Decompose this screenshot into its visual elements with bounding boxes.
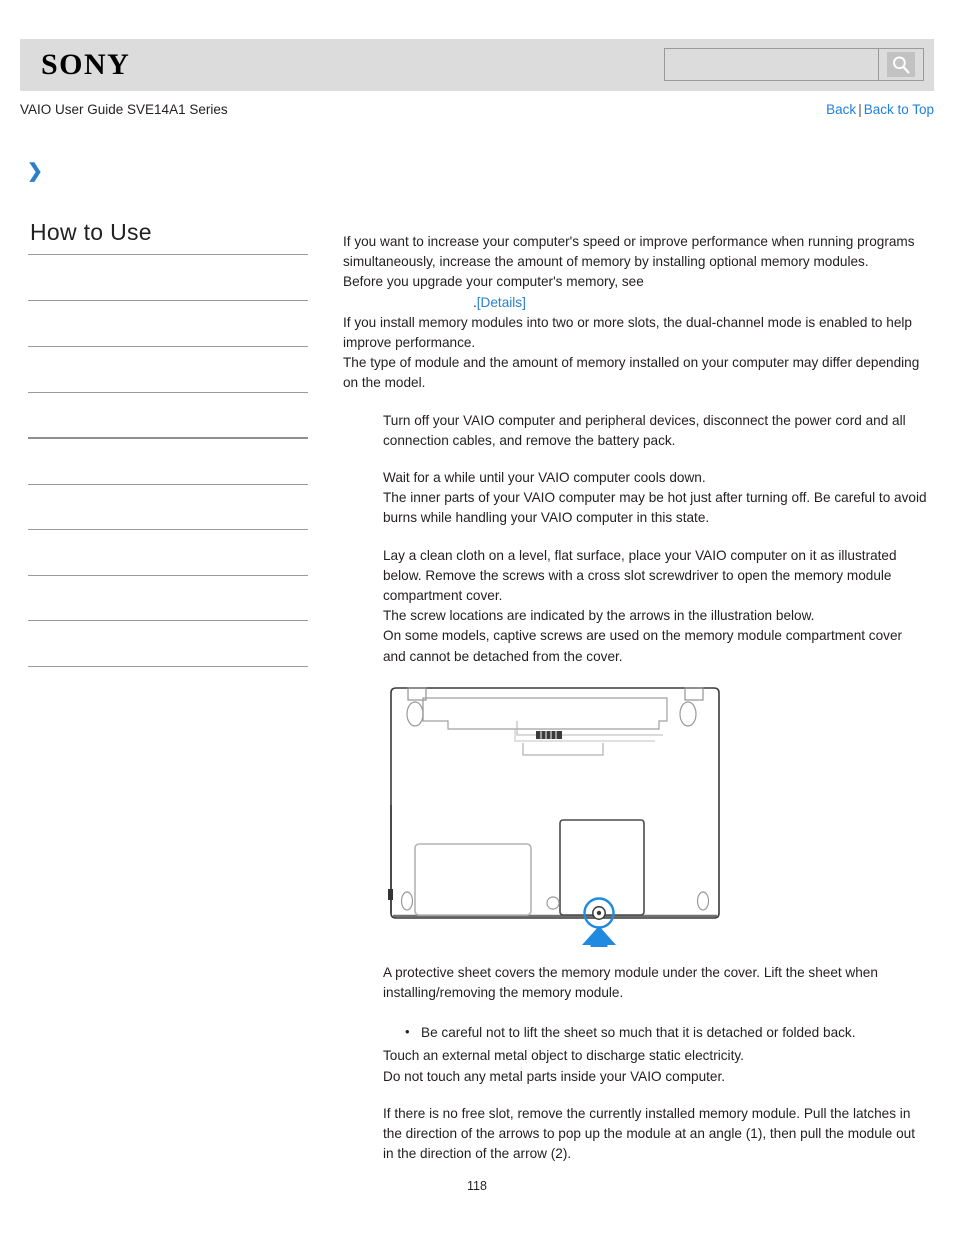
intro-paragraph-4: The type of module and the amount of mem… xyxy=(343,355,920,391)
step-text: Touch an external metal object to discha… xyxy=(383,1048,744,1084)
guide-title: VAIO User Guide SVE14A1 Series xyxy=(20,102,228,117)
intro-paragraph-3: If you install memory modules into two o… xyxy=(343,314,912,351)
sidebar-item-8[interactable] xyxy=(28,576,308,620)
step-text: If there is no free slot, remove the cur… xyxy=(383,1105,916,1162)
sidebar-item-4[interactable] xyxy=(28,393,308,437)
back-link[interactable]: Back xyxy=(826,102,856,117)
sub-header: VAIO User Guide SVE14A1 Series Back | Back… xyxy=(20,99,934,121)
back-to-top-link[interactable]: Back to Top xyxy=(864,102,934,117)
instruction-steps: Turn off your VAIO computer and peripher… xyxy=(343,411,928,667)
site-header-band: SONY xyxy=(20,39,934,91)
step-item: Lay a clean cloth on a level, flat surfa… xyxy=(383,546,928,667)
laptop-bottom-illustration xyxy=(385,685,725,947)
search-button[interactable] xyxy=(878,49,923,80)
nav-separator: | xyxy=(858,102,862,117)
instruction-steps-continued: A protective sheet covers the memory mod… xyxy=(343,963,928,1003)
step-text: Wait for a while until your VAIO compute… xyxy=(383,470,927,526)
step-text: A protective sheet covers the memory mod… xyxy=(383,964,878,1001)
spacer xyxy=(383,451,928,468)
sidebar-divider xyxy=(28,666,308,667)
details-line: .[Details] xyxy=(343,293,928,313)
sidebar-item-1[interactable] xyxy=(28,255,308,300)
sidebar-item-2[interactable] xyxy=(28,301,308,346)
details-link[interactable]: [Details] xyxy=(477,295,526,310)
header-nav-links: Back | Back to Top xyxy=(826,99,934,121)
note-bullet-text: Be careful not to lift the sheet so much… xyxy=(421,1025,856,1041)
sidebar-item-6[interactable] xyxy=(28,485,308,529)
search-input[interactable] xyxy=(665,49,878,80)
step-item: Turn off your VAIO computer and peripher… xyxy=(383,411,928,451)
spacer xyxy=(383,529,928,546)
search-box[interactable] xyxy=(664,48,924,81)
step-item: If there is no free slot, remove the cur… xyxy=(383,1104,928,1165)
sidebar-item-7[interactable] xyxy=(28,530,308,575)
step-item: Touch an external metal object to discha… xyxy=(383,1046,928,1086)
note-bullet-list: Be careful not to lift the sheet so much… xyxy=(343,1022,928,1043)
spacer xyxy=(383,1087,928,1104)
sidebar: How to Use xyxy=(28,218,308,667)
note-bullet-item: Be careful not to lift the sheet so much… xyxy=(405,1022,928,1043)
sidebar-item-5[interactable] xyxy=(28,439,308,484)
main-content: If you want to increase your computer's … xyxy=(343,232,928,1164)
step-item: Wait for a while until your VAIO compute… xyxy=(383,468,928,529)
intro-paragraph-1: If you want to increase your computer's … xyxy=(343,234,915,270)
sidebar-title: How to Use xyxy=(30,219,152,245)
chevron-right-icon[interactable]: ❯ xyxy=(27,162,43,182)
sidebar-item-9[interactable] xyxy=(28,621,308,666)
intro-paragraph-2: Before you upgrade your computer's memor… xyxy=(343,274,644,290)
sidebar-item-3[interactable] xyxy=(28,347,308,392)
instruction-steps-continued-2: Touch an external metal object to discha… xyxy=(343,1046,928,1164)
step-text: Lay a clean cloth on a level, flat surfa… xyxy=(383,547,903,664)
page-number: 118 xyxy=(467,1179,487,1193)
step-text: Turn off your VAIO computer and peripher… xyxy=(383,412,906,448)
search-icon xyxy=(887,52,915,77)
sony-logo: SONY xyxy=(41,48,131,81)
step-item: A protective sheet covers the memory mod… xyxy=(383,963,928,1003)
